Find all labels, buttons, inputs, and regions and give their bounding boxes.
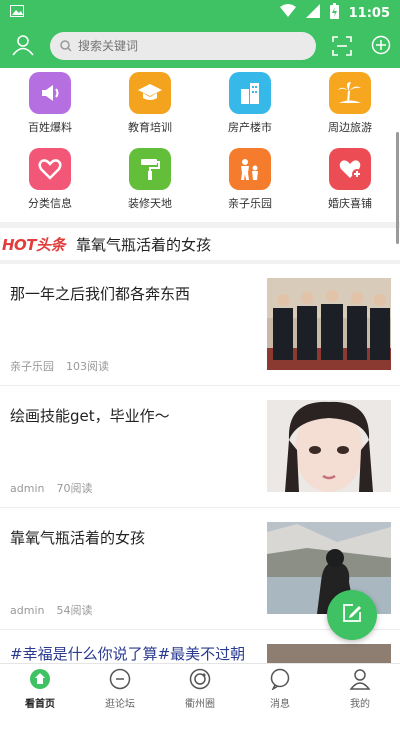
article-source: 亲子乐园 (10, 360, 54, 373)
article-reads: 103阅读 (66, 360, 109, 373)
category-grid: 百姓爆料 教育培训 房产楼市 周边旅游 分类信息 装修天地 亲子乐园 婚庆喜铺 (0, 68, 400, 220)
category-item-wedding[interactable]: 婚庆喜铺 (300, 148, 400, 211)
top-bar (0, 24, 400, 68)
category-label: 分类信息 (28, 197, 72, 210)
article-title[interactable]: 绘画技能get，毕业作〜 (10, 406, 255, 426)
heart-icon (29, 148, 71, 190)
megaphone-icon (29, 72, 71, 114)
category-label: 教育培训 (128, 121, 172, 134)
status-bar: 11:05 (0, 0, 400, 24)
category-item-realestate[interactable]: 房产楼市 (200, 72, 300, 135)
scan-icon[interactable] (332, 36, 352, 60)
article-reads: 54阅读 (56, 604, 93, 617)
tab-label: 我的 (350, 699, 370, 710)
bottom-tab-bar: 看首页 逛论坛 衢州圈 消息 我的 (0, 663, 400, 711)
search-box[interactable] (50, 32, 316, 60)
compose-button[interactable] (327, 590, 377, 640)
category-label: 婚庆喜铺 (328, 197, 372, 210)
graduation-cap-icon (129, 72, 171, 114)
article-source: admin (10, 482, 45, 495)
search-icon (60, 37, 72, 56)
article-title[interactable]: 那一年之后我们都各奔东西 (10, 284, 255, 304)
building-icon (229, 72, 271, 114)
tab-label: 逛论坛 (105, 699, 135, 710)
article-thumbnail[interactable] (267, 278, 391, 370)
category-item-baixing[interactable]: 百姓爆料 (0, 72, 100, 135)
tab-circle[interactable]: 衢州圈 (160, 668, 240, 710)
article-thumbnail[interactable] (267, 644, 391, 664)
signal-icon (305, 4, 320, 22)
battery-icon (329, 3, 339, 23)
category-label: 房产楼市 (228, 121, 272, 134)
edit-icon (341, 602, 363, 628)
article-meta: admin 54阅读 (10, 602, 92, 618)
category-label: 周边旅游 (328, 121, 372, 134)
add-icon[interactable] (371, 35, 391, 59)
category-item-travel[interactable]: 周边旅游 (300, 72, 400, 135)
tab-profile[interactable]: 我的 (320, 668, 400, 710)
tab-messages[interactable]: 消息 (240, 668, 320, 710)
article-meta: admin 70阅读 (10, 480, 92, 496)
tab-label: 衢州圈 (185, 699, 215, 710)
category-label: 亲子乐园 (228, 197, 272, 210)
forum-icon (109, 668, 131, 694)
user-icon[interactable] (12, 34, 34, 60)
tab-forum[interactable]: 逛论坛 (80, 668, 160, 710)
scrollbar[interactable] (396, 132, 399, 244)
user-icon (349, 669, 371, 694)
article-item[interactable]: 那一年之后我们都各奔东西 亲子乐园 103阅读 (0, 264, 400, 386)
article-thumbnail[interactable] (267, 400, 391, 492)
home-icon (29, 669, 51, 694)
message-icon (269, 668, 291, 694)
category-item-decoration[interactable]: 装修天地 (100, 148, 200, 211)
category-item-classifieds[interactable]: 分类信息 (0, 148, 100, 211)
tab-label: 看首页 (25, 699, 55, 710)
category-item-parenting[interactable]: 亲子乐园 (200, 148, 300, 211)
tab-label: 消息 (270, 699, 290, 710)
circle-icon (189, 668, 211, 694)
hot-headline[interactable]: HOT头条 靠氧气瓶活着的女孩 (0, 228, 400, 260)
category-item-education[interactable]: 教育培训 (100, 72, 200, 135)
search-input[interactable] (78, 39, 298, 53)
article-reads: 70阅读 (56, 482, 93, 495)
tab-home[interactable]: 看首页 (0, 668, 80, 710)
article-item[interactable]: 绘画技能get，毕业作〜 admin 70阅读 (0, 386, 400, 508)
article-title[interactable]: 靠氧气瓶活着的女孩 (10, 528, 255, 548)
hot-logo: HOT头条 (2, 236, 66, 254)
palm-tree-icon (329, 72, 371, 114)
paint-roller-icon (129, 148, 171, 190)
wifi-icon (279, 4, 296, 22)
heart-plus-icon (329, 148, 371, 190)
article-meta: 亲子乐园 103阅读 (10, 358, 109, 374)
clock: 11:05 (348, 5, 390, 21)
category-label: 百姓爆料 (28, 121, 72, 134)
gallery-notification-icon (10, 5, 24, 21)
article-source: admin (10, 604, 45, 617)
category-label: 装修天地 (128, 197, 172, 210)
family-icon (229, 148, 271, 190)
hot-headline-text[interactable]: 靠氧气瓶活着的女孩 (76, 234, 211, 255)
